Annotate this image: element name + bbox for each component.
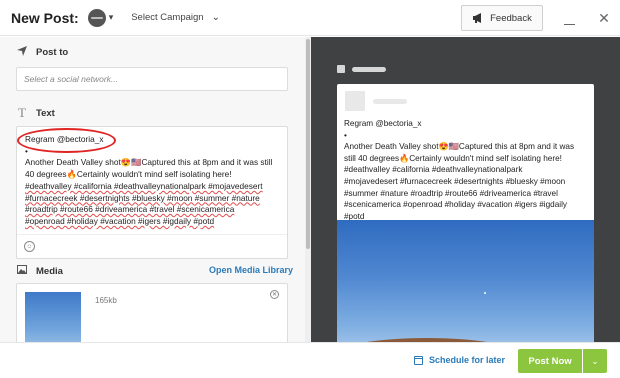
remove-media-button[interactable]: ✕ [270, 290, 279, 299]
post-to-label: Post to [36, 47, 69, 58]
hashtag-line: #deathvalley #california #deathvalleynat… [25, 181, 283, 193]
preview-line: still 40 degrees🔥Certainly wouldn't mind… [344, 153, 562, 163]
post-to-section: Post to [16, 46, 68, 59]
text-line: • [25, 145, 28, 156]
hashtag-text: #openroad #holiday #vacation #igers #igd… [25, 215, 215, 226]
chevron-down-icon: ⌄ [591, 355, 599, 366]
smiley-icon: ☺ [26, 243, 33, 250]
schedule-label: Schedule for later [429, 355, 506, 365]
header: New Post: ▾ Select Campaign ⌄ Feedback ✕ [0, 0, 620, 36]
paper-plane-icon [16, 46, 28, 59]
moon [484, 292, 486, 294]
hashtag-text: #furnacecreek #desertnights #bluesky #mo… [25, 192, 260, 203]
campaign-label: Select Campaign [131, 12, 204, 23]
feedback-button[interactable]: Feedback [461, 5, 543, 31]
preview-line: Regram @bectoria_x [344, 119, 422, 128]
image-icon [16, 265, 28, 277]
preview-pane: Regram @bectoria_x • Another Death Valle… [311, 37, 620, 342]
preview-line: Another Death Valley shot😍🇺🇸Captured thi… [344, 142, 575, 152]
preview-image [337, 220, 594, 342]
preview-text: Regram @bectoria_x • Another Death Valle… [344, 118, 589, 222]
text-t-icon: T [18, 105, 26, 120]
compose-window: New Post: ▾ Select Campaign ⌄ Feedback ✕… [0, 0, 620, 378]
minimize-icon [563, 23, 575, 25]
social-network-select[interactable]: Select a social network... [16, 67, 288, 91]
preview-line: #mojavedesert #furnacecreek #desertnight… [344, 176, 566, 186]
text-label: Text [36, 107, 55, 119]
megaphone-icon [473, 13, 482, 23]
page-title: New Post: [11, 9, 79, 26]
hashtag-line: #openroad #holiday #vacation #igers #igd… [25, 216, 283, 228]
open-media-library-link[interactable]: Open Media Library [209, 265, 293, 275]
post-options-dropdown[interactable]: ⌄ [583, 349, 607, 373]
chevron-down-icon[interactable]: ▾ [109, 12, 114, 23]
calendar-icon [414, 355, 423, 365]
media-label: Media [36, 265, 63, 277]
profile-name-placeholder [373, 99, 407, 104]
preview-network-placeholder [337, 65, 386, 73]
preview-line: #deathvalley #california #deathvalleynat… [344, 165, 523, 175]
text-line: Regram @bectoria_x [25, 134, 104, 144]
network-name-placeholder [352, 66, 386, 72]
post-preview-card: Regram @bectoria_x • Another Death Valle… [337, 84, 594, 342]
hashtag-block: #deathvalley #california #deathvalleynat… [25, 181, 283, 228]
media-thumbnail[interactable] [25, 292, 81, 342]
text-line: Another Death Valley shot😍🇺🇸Captured thi… [25, 157, 273, 168]
hashtag-line: #roadtrip #route66 #driveamerica #travel… [25, 204, 283, 216]
preview-line: #summer #nature #roadtrip #route66 #driv… [344, 188, 558, 198]
preview-line: • [344, 130, 347, 140]
minimize-button[interactable] [556, 0, 582, 36]
chevron-down-icon: ⌄ [211, 12, 220, 23]
text-line: 40 degrees🔥Certainly wouldn't mind self … [25, 169, 232, 180]
close-icon: ✕ [271, 292, 278, 298]
network-icon-placeholder [337, 65, 345, 73]
post-now-button[interactable]: Post Now [518, 349, 582, 373]
avatar [345, 91, 365, 111]
media-section: Media [16, 265, 63, 277]
hashtag-text: #deathvalley #california #deathvalleynat… [25, 180, 263, 191]
avatar[interactable] [87, 8, 106, 27]
post-text-editor[interactable]: Regram @bectoria_x • Another Death Valle… [16, 126, 288, 259]
divider [17, 234, 287, 235]
close-icon: ✕ [598, 9, 610, 26]
media-attachment: 165kb ✕ [16, 283, 288, 342]
footer: Schedule for later Post Now ⌄ [0, 342, 620, 378]
close-button[interactable]: ✕ [592, 0, 616, 36]
text-section: T Text [16, 105, 55, 121]
hashtag-text: #roadtrip #route66 #driveamerica #travel… [25, 204, 235, 215]
post-text-content[interactable]: Regram @bectoria_x • Another Death Valle… [25, 134, 283, 228]
hashtag-line: #furnacecreek #desertnights #bluesky #mo… [25, 193, 283, 205]
schedule-for-later-button[interactable]: Schedule for later [414, 355, 505, 365]
campaign-select[interactable]: Select Campaign ⌄ [131, 12, 220, 23]
preview-line: #scenicamerica #openroad #holiday #vacat… [344, 200, 568, 210]
compose-pane: Post to Select a social network... T Tex… [0, 37, 305, 342]
media-file-size: 165kb [95, 296, 117, 305]
feedback-label: Feedback [490, 12, 532, 24]
scrollbar-thumb[interactable] [306, 39, 310, 249]
emoji-picker-button[interactable]: ☺ [24, 241, 35, 252]
